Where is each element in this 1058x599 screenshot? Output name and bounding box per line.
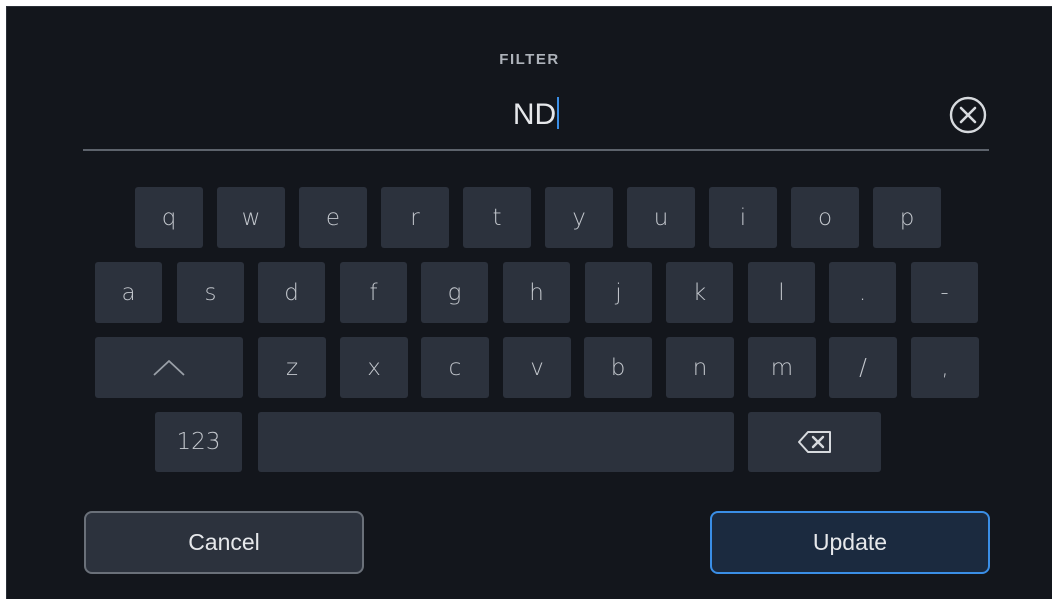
clear-button[interactable] xyxy=(947,94,989,136)
numbers-key[interactable]: 123 xyxy=(155,412,242,472)
key-label: p xyxy=(899,204,915,231)
key-row1-1[interactable]: w xyxy=(217,187,285,248)
key-row1-0[interactable]: q xyxy=(135,187,203,248)
key-label: k xyxy=(692,279,707,306)
key-row1-8[interactable]: o xyxy=(791,187,859,248)
numbers-key-label: 123 xyxy=(176,429,221,455)
key-label: j xyxy=(615,279,622,306)
key-row2-4[interactable]: g xyxy=(421,262,488,323)
key-row3-8[interactable]: , xyxy=(911,337,979,398)
key-row2-1[interactable]: s xyxy=(177,262,244,323)
key-label: q xyxy=(161,204,177,231)
key-label: x xyxy=(367,354,381,381)
key-label: / xyxy=(859,354,867,381)
key-label: s xyxy=(204,279,217,306)
key-row1-9[interactable]: p xyxy=(873,187,941,248)
key-label: , xyxy=(941,354,949,381)
key-row1-7[interactable]: i xyxy=(709,187,777,248)
cancel-button-label: Cancel xyxy=(188,529,260,555)
key-label: u xyxy=(653,204,669,231)
key-label: r xyxy=(410,204,420,231)
key-label: g xyxy=(447,279,462,306)
key-row3-0[interactable]: z xyxy=(258,337,326,398)
key-label: i xyxy=(739,204,747,231)
key-row1-4[interactable]: t xyxy=(463,187,531,248)
filter-input-text: ND xyxy=(512,98,557,131)
backspace-key[interactable] xyxy=(748,412,881,472)
filter-input-field[interactable]: ND xyxy=(83,89,989,151)
field-title: FILTER xyxy=(499,51,560,68)
space-key[interactable] xyxy=(258,412,734,472)
key-label: e xyxy=(325,204,341,231)
key-label: c xyxy=(448,354,462,381)
key-row2-5[interactable]: h xyxy=(503,262,570,323)
update-button-label: Update xyxy=(812,529,888,555)
shift-chevron-up-icon xyxy=(153,359,185,376)
key-label: d xyxy=(284,279,299,306)
key-row3-7[interactable]: / xyxy=(829,337,897,398)
key-label: m xyxy=(770,354,794,381)
clear-circle-x-icon xyxy=(949,96,987,134)
key-row2-2[interactable]: d xyxy=(258,262,325,323)
key-label: y xyxy=(572,204,586,231)
key-row2-3[interactable]: f xyxy=(340,262,407,323)
key-label: w xyxy=(241,204,261,231)
key-label: n xyxy=(692,354,708,381)
key-row2-10[interactable]: - xyxy=(911,262,978,323)
update-button[interactable]: Update xyxy=(710,511,990,574)
key-row3-4[interactable]: b xyxy=(584,337,652,398)
key-label: a xyxy=(121,279,136,306)
key-row2-6[interactable]: j xyxy=(585,262,652,323)
key-label: t xyxy=(492,204,502,231)
key-row3-1[interactable]: x xyxy=(340,337,408,398)
filter-entry-screen: FILTER ND q w e r t y u i o p a s d f g h j k l. - z x c v b n m /,… xyxy=(6,6,1052,599)
key-label: v xyxy=(530,354,544,381)
key-row2-9[interactable]: . xyxy=(829,262,896,323)
key-label: b xyxy=(610,354,626,381)
key-label: f xyxy=(369,279,378,306)
key-label: h xyxy=(529,279,544,306)
key-label: l xyxy=(778,279,785,306)
key-row1-2[interactable]: e xyxy=(299,187,367,248)
key-label: o xyxy=(817,204,833,231)
filter-input-value[interactable]: ND xyxy=(83,95,989,135)
cancel-button[interactable]: Cancel xyxy=(84,511,364,574)
key-row1-6[interactable]: u xyxy=(627,187,695,248)
key-row2-0[interactable]: a xyxy=(95,262,162,323)
key-row2-7[interactable]: k xyxy=(666,262,733,323)
key-label: - xyxy=(940,279,949,306)
key-row3-2[interactable]: c xyxy=(421,337,489,398)
key-row1-5[interactable]: y xyxy=(545,187,613,248)
key-row3-6[interactable]: m xyxy=(748,337,816,398)
key-label: z xyxy=(285,354,299,381)
key-row3-3[interactable]: v xyxy=(503,337,571,398)
key-row2-8[interactable]: l xyxy=(748,262,815,323)
text-caret xyxy=(557,97,560,129)
backspace-icon xyxy=(797,431,831,453)
key-row1-3[interactable]: r xyxy=(381,187,449,248)
key-row3-5[interactable]: n xyxy=(666,337,734,398)
shift-key[interactable] xyxy=(95,337,243,398)
key-label: . xyxy=(858,279,867,306)
